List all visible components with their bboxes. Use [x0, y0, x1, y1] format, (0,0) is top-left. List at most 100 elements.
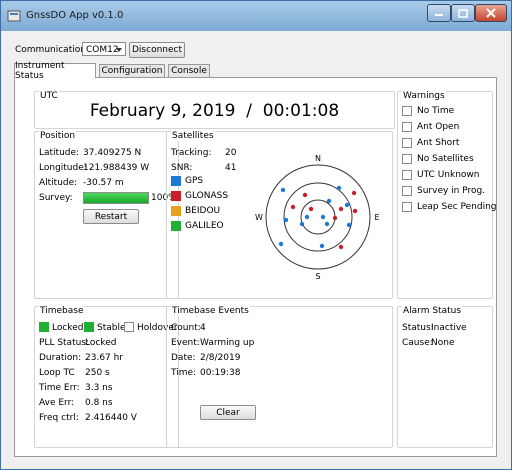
survey-label: Survey: [39, 193, 73, 203]
tab-configuration[interactable]: Configuration [99, 64, 165, 77]
warnings-list: No Time Ant Open Ant Short No Satellites UTC… [402, 106, 497, 226]
longitude-value: 121.988439 W [83, 163, 150, 173]
app-icon [7, 10, 21, 22]
legend-label-gps: GPS [185, 176, 204, 186]
satellite-mark [304, 214, 310, 220]
window-title: GnssDO App v0.1.0 [26, 10, 124, 21]
event-value: Warming up [200, 338, 255, 348]
warnings-group: Warnings No Time Ant Open Ant Short No Sate… [397, 91, 497, 299]
sky-ring-outer [265, 164, 371, 270]
warning-checkbox [402, 202, 412, 212]
disconnect-button[interactable]: Disconnect [129, 42, 185, 58]
time-err-value: 3.3 ns [85, 383, 113, 393]
ave-err-label: Ave Err: [39, 398, 75, 408]
satellite-mark [351, 190, 357, 196]
satellites-title: Satellites [171, 131, 215, 141]
close-button[interactable] [475, 4, 507, 22]
duration-label: Duration: [39, 353, 82, 363]
warning-label: Survey in Prog. [417, 186, 486, 196]
warning-label: Leap Sec Pending [417, 202, 497, 212]
legend-label-beidou: BEIDOU [185, 206, 221, 216]
time-value: 00:19:38 [200, 368, 241, 378]
app-window: GnssDO App v0.1.0 Communications: COM12 … [0, 0, 512, 470]
satellite-mark [338, 206, 344, 212]
alarm-title: Alarm Status [402, 306, 463, 316]
warning-checkbox [402, 106, 412, 116]
date-label: Date: [171, 353, 196, 363]
date-value: 2/8/2019 [200, 353, 241, 363]
tracking-label: Tracking: [171, 148, 212, 158]
tracking-value: 20 [225, 148, 237, 158]
sky-ring-middle [283, 182, 353, 252]
locked-indicator [39, 322, 49, 332]
latitude-value: 37.409275 N [83, 148, 142, 158]
events-title: Timebase Events [171, 306, 250, 316]
warning-checkbox [402, 122, 412, 132]
warning-checkbox [402, 154, 412, 164]
satellite-mark [324, 221, 330, 227]
snr-value: 41 [225, 163, 237, 173]
warning-label: Ant Short [417, 138, 460, 148]
freq-ctrl-value: 2.416440 V [85, 413, 137, 423]
satellite-mark [290, 204, 296, 210]
latitude-label: Latitude: [39, 148, 80, 158]
satellite-mark [299, 221, 305, 227]
satellite-mark [332, 215, 338, 221]
compass-w: W [255, 213, 263, 222]
stable-label: Stable [97, 323, 126, 333]
satellite-mark [336, 185, 342, 191]
legend-swatch-galileo [171, 221, 181, 231]
survey-progress-fill [84, 193, 148, 203]
holdover-indicator [124, 322, 134, 332]
count-label: Count: [171, 323, 201, 333]
alarm-status-value: Inactive [431, 323, 467, 333]
timebase-events-group: Timebase Events Count: 4 Event: Warming … [166, 306, 393, 448]
satellite-mark [346, 222, 352, 228]
warnings-title: Warnings [402, 91, 446, 101]
warning-checkbox [402, 186, 412, 196]
satellite-mark [344, 202, 350, 208]
alarm-cause-value: None [431, 338, 455, 348]
restart-button[interactable]: Restart [83, 209, 139, 224]
chevron-down-icon [116, 48, 122, 52]
longitude-label: Longitude: [39, 163, 87, 173]
port-select[interactable]: COM12 [82, 42, 126, 56]
timebase-group: Timebase Locked Stable Holdover PLL Stat… [34, 306, 179, 448]
satellite-mark [338, 244, 344, 250]
utc-title: UTC [39, 91, 59, 101]
minimize-button[interactable] [427, 4, 451, 22]
warning-label: Ant Open [417, 122, 460, 132]
warning-label: UTC Unknown [417, 170, 480, 180]
duration-value: 23.67 hr [85, 353, 124, 363]
alarm-status-label: Status: [402, 323, 434, 333]
close-icon [486, 8, 496, 18]
maximize-icon [458, 8, 468, 18]
event-label: Event: [171, 338, 200, 348]
utc-group: UTC February 9, 2019 / 00:01:08 [34, 91, 395, 129]
instrument-status-panel: UTC February 9, 2019 / 00:01:08 Position… [14, 77, 497, 457]
tab-console[interactable]: Console [168, 64, 210, 77]
freq-ctrl-label: Freq ctrl: [39, 413, 79, 423]
survey-progress-bar [83, 192, 149, 204]
altitude-value: -30.57 m [83, 178, 124, 188]
legend-label-galileo: GALILEO [185, 221, 224, 231]
sky-plot: N E S W [255, 154, 379, 281]
tab-instrument-status[interactable]: Instrument Status [14, 61, 96, 81]
time-err-label: Time Err: [39, 383, 80, 393]
satellite-mark [302, 192, 308, 198]
maximize-button[interactable] [451, 4, 475, 22]
satellites-group: Satellites Tracking: 20 SNR: 41 GPS GLONA… [166, 131, 393, 299]
legend-swatch-beidou [171, 206, 181, 216]
stable-indicator [84, 322, 94, 332]
alarm-cause-label: Cause: [402, 338, 433, 348]
compass-n: N [315, 154, 321, 163]
satellite-mark [278, 241, 284, 247]
clear-button[interactable]: Clear [200, 405, 256, 420]
legend-label-glonass: GLONASS [185, 191, 229, 201]
compass-e: E [374, 213, 379, 222]
title-bar[interactable]: GnssDO App v0.1.0 [1, 1, 511, 31]
legend-swatch-gps [171, 176, 181, 186]
snr-label: SNR: [171, 163, 193, 173]
warning-label: No Time [417, 106, 455, 116]
position-group: Position Latitude: 37.409275 N Longitude… [34, 131, 179, 299]
